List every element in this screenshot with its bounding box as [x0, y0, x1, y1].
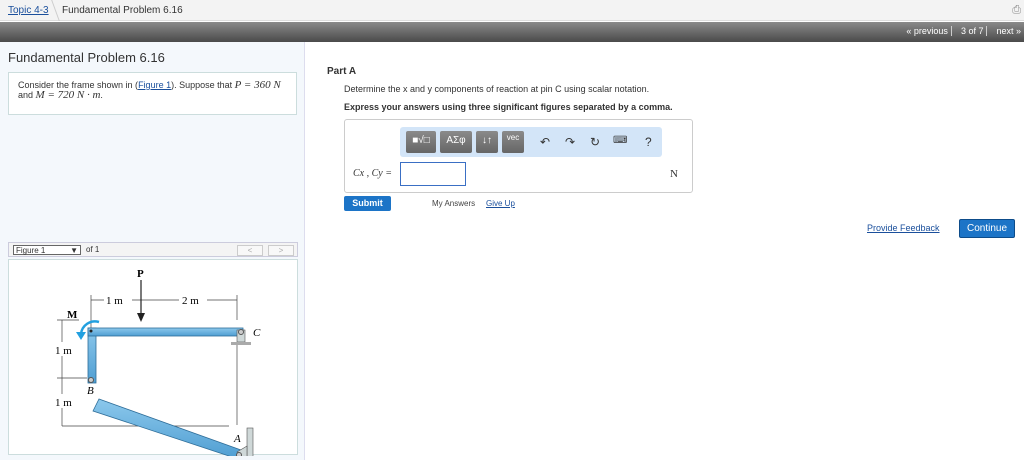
text: and: [18, 90, 36, 100]
answer-box: ■√□ ΑΣφ ↓↑ vec ↶ ↷ ↻ ⌨ ? Cx , Cy = N: [344, 119, 693, 193]
prev-figure-button[interactable]: <: [237, 245, 263, 256]
m-value: M = 720 N · m: [35, 89, 101, 101]
frame-diagram: 1 m 2 m 1 m 1 m P M C B A: [55, 268, 261, 460]
undo-icon[interactable]: ↶: [540, 135, 550, 149]
dim-2m: 2 m: [182, 295, 199, 307]
provide-feedback-link[interactable]: Provide Feedback: [867, 223, 940, 233]
text: ). Suppose that: [171, 80, 235, 90]
text: .: [100, 90, 103, 100]
redo-icon[interactable]: ↷: [565, 135, 575, 149]
figure-area: 1 m 2 m 1 m 1 m P M C B A: [8, 259, 298, 460]
arrows-button[interactable]: ↓↑: [476, 131, 498, 153]
figure-count: of 1: [86, 245, 100, 254]
figure-navigation: Figure 1 ▼ of 1 < >: [8, 242, 298, 257]
reset-icon[interactable]: ↻: [590, 135, 600, 149]
instruction-text: Express your answers using three signifi…: [344, 102, 673, 112]
greek-button[interactable]: ΑΣφ: [440, 131, 472, 153]
breadcrumb-topic[interactable]: Topic 4-3: [8, 5, 49, 16]
print-icon[interactable]: ⎙: [1012, 4, 1021, 17]
top-bar: Topic 4-3 Fundamental Problem 6.16 ⎙: [0, 0, 1024, 21]
navigation-bar: « previous 3 of 7 next »: [0, 22, 1024, 42]
label-m: M: [67, 309, 78, 321]
part-title: Part A: [327, 66, 357, 77]
math-toolbar: ■√□ ΑΣφ ↓↑ vec ↶ ↷ ↻ ⌨ ?: [400, 127, 662, 157]
next-figure-button[interactable]: >: [268, 245, 294, 256]
label-b: B: [87, 385, 94, 397]
label-p: P: [137, 268, 144, 280]
vec-button[interactable]: vec: [502, 131, 524, 153]
next-link[interactable]: next »: [993, 26, 1024, 36]
problem-statement: Consider the frame shown in (Figure 1). …: [8, 72, 297, 115]
help-button[interactable]: ?: [645, 135, 652, 149]
dropdown-icon: ▼: [70, 246, 78, 255]
figure-link[interactable]: Figure 1: [138, 80, 171, 90]
templates-button[interactable]: ■√□: [406, 131, 436, 153]
dim-1m: 1 m: [106, 295, 123, 307]
figure-select[interactable]: Figure 1 ▼: [13, 245, 81, 255]
keyboard-icon[interactable]: ⌨: [613, 135, 627, 146]
p-value: P = 360 N: [234, 79, 281, 91]
previous-link[interactable]: « previous: [903, 26, 952, 36]
breadcrumb-current: Fundamental Problem 6.16: [62, 5, 183, 16]
label-a: A: [233, 433, 241, 445]
answer-label: Cx , Cy =: [353, 168, 392, 179]
unit-label: N: [670, 168, 678, 180]
dim-h1: 1 m: [55, 345, 72, 357]
submit-button[interactable]: Submit: [344, 196, 391, 211]
problem-title: Fundamental Problem 6.16: [8, 50, 165, 65]
page-position: 3 of 7: [958, 26, 988, 36]
my-answers-label: My Answers: [432, 199, 476, 208]
question-text: Determine the x and y components of reac…: [344, 84, 650, 94]
dim-h2: 1 m: [55, 397, 72, 409]
answer-input[interactable]: [400, 162, 466, 186]
continue-button[interactable]: Continue: [959, 219, 1015, 238]
give-up-link[interactable]: Give Up: [486, 199, 515, 208]
figure-select-value: Figure 1: [16, 246, 46, 255]
topic-link[interactable]: Topic 4-3: [8, 5, 49, 16]
label-c: C: [253, 327, 261, 339]
